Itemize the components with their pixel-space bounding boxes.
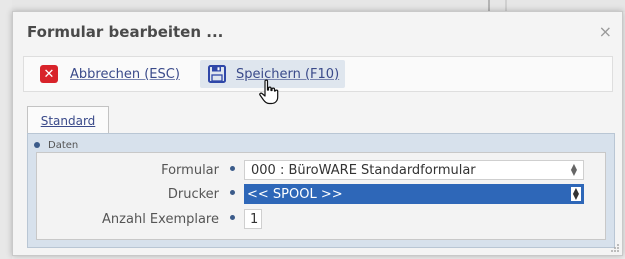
formular-select[interactable]: 000 : BüroWARE Standardformular ▲ ▼ <box>244 160 584 180</box>
required-marker-icon <box>230 190 235 195</box>
printer-select[interactable]: << SPOOL >> ▲ ▼ <box>244 184 584 204</box>
select-arrows-icon: ▲ ▼ <box>570 186 581 201</box>
printer-value: << SPOOL >> <box>247 186 343 202</box>
form-row-formular: Formular 000 : BüroWARE Standardformular… <box>37 160 605 182</box>
cancel-icon: ✕ <box>40 65 58 83</box>
select-arrows-icon: ▲ ▼ <box>570 162 577 177</box>
hand-pointer-cursor-icon <box>259 79 279 105</box>
dialog-title-bar[interactable]: Formular bearbeiten ... × <box>13 12 622 52</box>
panel-title: Daten <box>48 139 79 151</box>
floppy-disk-icon <box>208 65 226 83</box>
dialog-title: Formular bearbeiten ... <box>27 23 224 41</box>
close-icon[interactable]: × <box>599 22 612 41</box>
cancel-button[interactable]: ✕ Abbrechen (ESC) <box>40 60 180 88</box>
form-row-drucker: Drucker << SPOOL >> ▲ ▼ <box>37 184 605 206</box>
background-window-edge <box>0 0 12 259</box>
resize-grip-icon[interactable] <box>610 243 620 253</box>
panel-header: Daten <box>34 138 78 152</box>
data-panel: Formular 000 : BüroWARE Standardformular… <box>36 152 606 240</box>
bullet-icon <box>34 142 40 148</box>
save-button-label: Speichern (F10) <box>236 66 340 82</box>
cancel-button-label: Abbrechen (ESC) <box>70 66 180 82</box>
field-label-drucker: Drucker <box>167 187 219 202</box>
field-label-copies: Anzahl Exemplare <box>102 212 219 227</box>
formular-value: 000 : BüroWARE Standardformular <box>251 162 476 178</box>
required-marker-icon <box>230 215 235 220</box>
form-row-exemplare: Anzahl Exemplare 1 <box>37 209 605 231</box>
required-marker-icon <box>230 166 235 171</box>
copies-input[interactable]: 1 <box>244 209 262 229</box>
tab-standard[interactable]: Standard <box>27 106 109 135</box>
edit-form-dialog: Formular bearbeiten ... × ✕ Abbrechen (E… <box>12 11 623 256</box>
dialog-toolbar: ✕ Abbrechen (ESC) Speichern (F10) <box>23 56 613 92</box>
field-label-formular: Formular <box>161 163 219 178</box>
tab-content: Daten Formular 000 : BüroWARE Standardfo… <box>27 133 615 248</box>
